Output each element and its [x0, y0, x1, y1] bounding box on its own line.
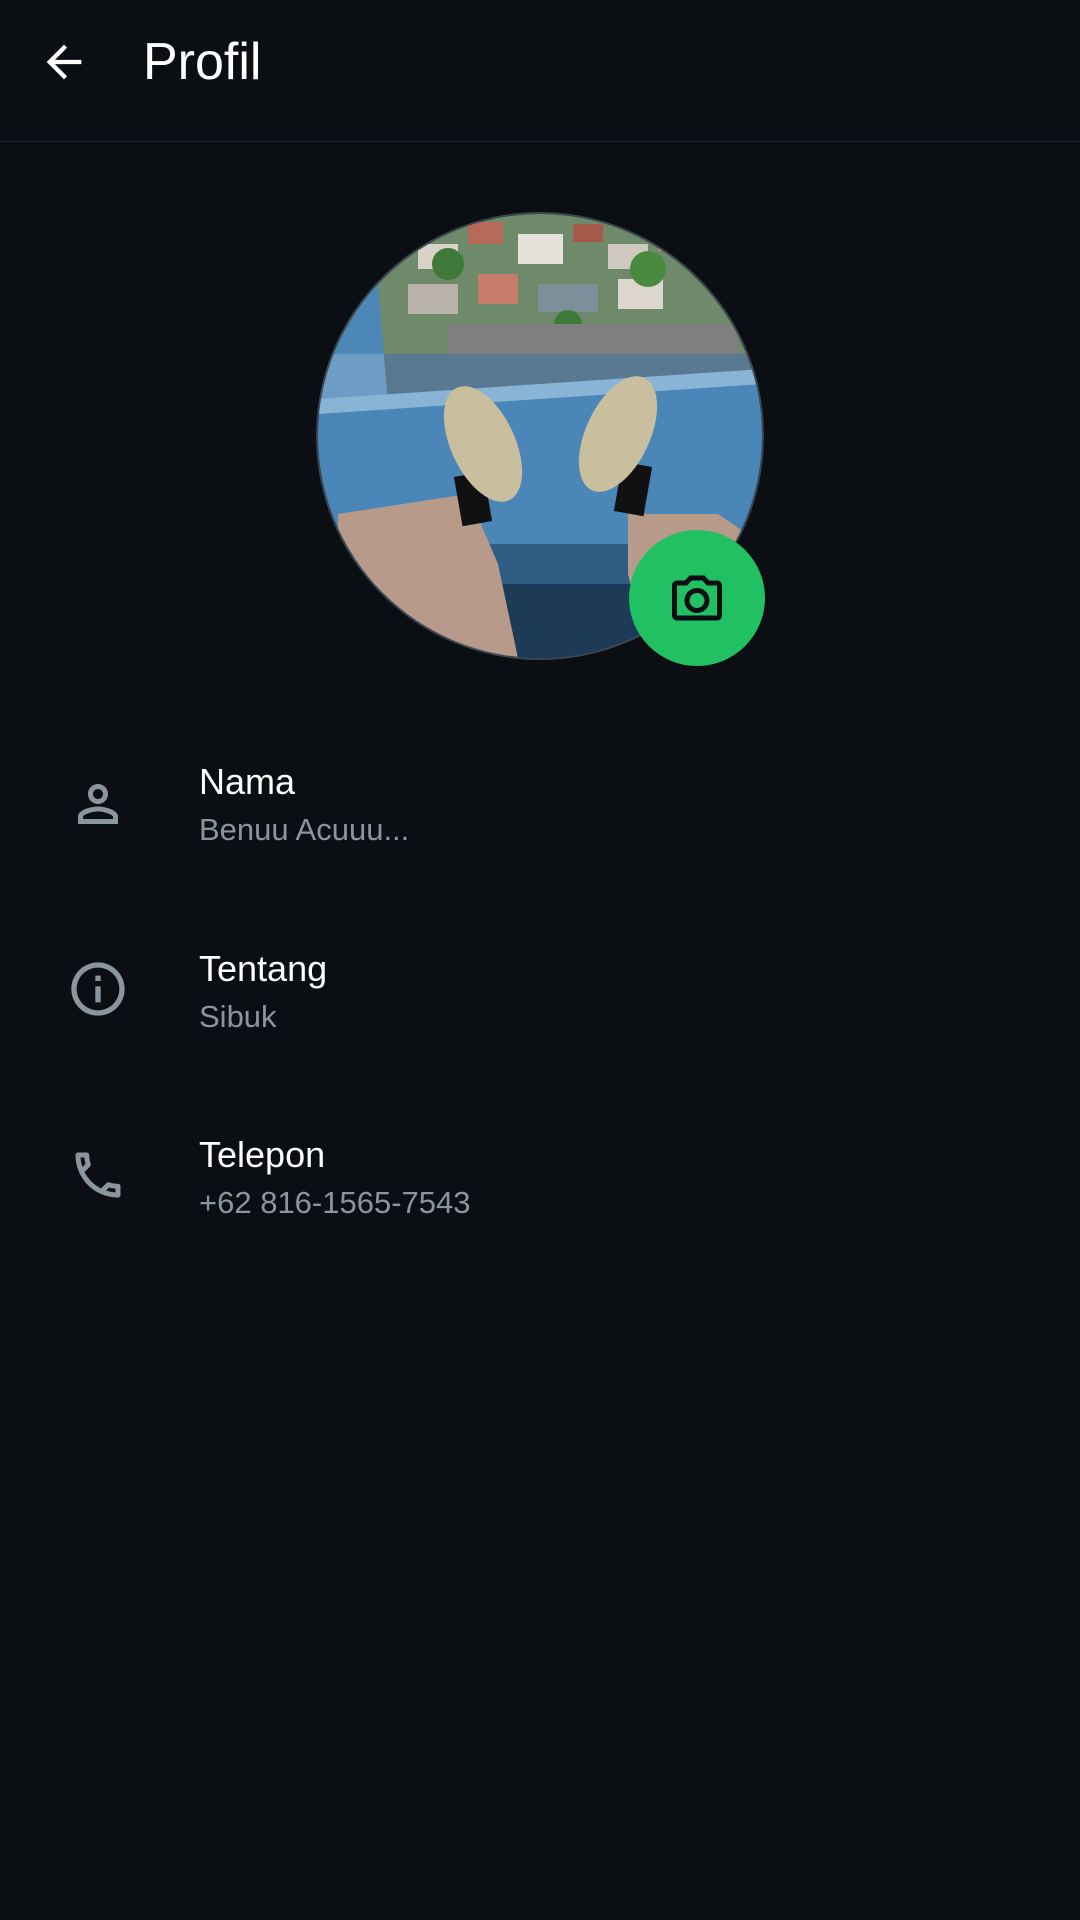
- name-value: Benuu Acuuu...: [199, 812, 410, 847]
- name-label: Nama: [199, 761, 296, 802]
- change-photo-button[interactable]: [629, 530, 765, 666]
- name-row[interactable]: Nama Benuu Acuuu...: [0, 727, 1080, 877]
- back-button[interactable]: [24, 22, 104, 102]
- info-icon: [62, 953, 134, 1025]
- phone-label: Telepon: [199, 1134, 326, 1175]
- person-icon: [62, 768, 134, 840]
- phone-icon: [62, 1139, 134, 1211]
- about-value: Sibuk: [199, 999, 277, 1034]
- profile-screen: Profil Nama Benuu Acuuu... Tentang Sibuk…: [0, 0, 1080, 1920]
- arrow-left-icon: [46, 44, 82, 80]
- about-label: Tentang: [199, 948, 328, 989]
- phone-row[interactable]: Telepon +62 816-1565-7543: [0, 1100, 1080, 1250]
- page-title: Profil: [143, 33, 262, 91]
- app-bar: Profil: [0, 0, 1080, 142]
- camera-icon: [672, 575, 722, 621]
- about-row[interactable]: Tentang Sibuk: [0, 914, 1080, 1064]
- avatar-section: [316, 212, 765, 666]
- phone-value: +62 816-1565-7543: [199, 1185, 471, 1220]
